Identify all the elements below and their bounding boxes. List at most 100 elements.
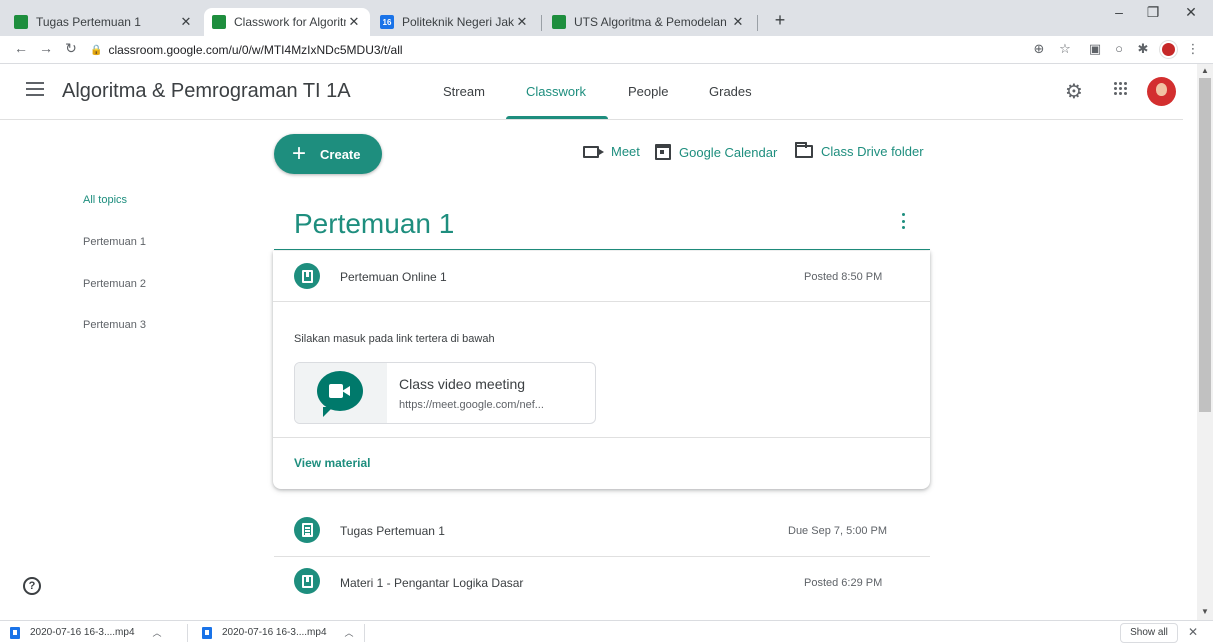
google-apps-icon[interactable] xyxy=(1114,82,1128,96)
meet-attachment[interactable]: Class video meeting https://meet.google.… xyxy=(294,362,596,424)
item-posted-time: Posted 6:29 PM xyxy=(804,577,883,589)
active-tab-indicator xyxy=(506,116,608,119)
more-options-icon[interactable] xyxy=(902,213,906,229)
browser-tab[interactable]: UTS Algoritma & Pemodelan ✕ xyxy=(544,8,754,36)
back-arrow-icon[interactable]: ← xyxy=(11,40,31,56)
item-posted-time: Posted 8:50 PM xyxy=(804,271,883,283)
list-item[interactable]: Tugas Pertemuan 1 Due Sep 7, 5:00 PM xyxy=(274,507,930,555)
scroll-down-icon[interactable]: ▼ xyxy=(1197,607,1213,616)
download-item[interactable]: 2020-07-16 16-3....mp4 ︿ xyxy=(10,626,162,639)
plus-icon: + xyxy=(292,140,307,167)
classroom-favicon-icon xyxy=(552,15,566,29)
view-material-link[interactable]: View material xyxy=(294,456,371,470)
topic-pertemuan-3[interactable]: Pertemuan 3 xyxy=(83,319,146,331)
extension-icon[interactable]: ▣ xyxy=(1086,41,1104,57)
class-title[interactable]: Algoritma & Pemrograman TI 1A xyxy=(62,80,351,103)
close-tab-icon[interactable]: ✕ xyxy=(346,14,362,30)
google-meet-icon xyxy=(317,371,363,411)
material-icon xyxy=(294,568,320,594)
topic-pertemuan-1[interactable]: Pertemuan 1 xyxy=(83,236,146,248)
gear-icon[interactable]: ⚙ xyxy=(1065,79,1083,104)
topic-pertemuan-2[interactable]: Pertemuan 2 xyxy=(83,278,146,290)
list-item[interactable]: Materi 1 - Pengantar Logika Dasar Posted… xyxy=(274,560,930,608)
scrollbar-thumb[interactable] xyxy=(1199,78,1211,412)
url-text: classroom.google.com/u/0/w/MTI4MzIxNDc5M… xyxy=(108,43,403,57)
item-title: Materi 1 - Pengantar Logika Dasar xyxy=(340,576,524,590)
material-icon xyxy=(294,263,320,289)
folder-icon xyxy=(795,142,813,158)
browser-tab-title: Tugas Pertemuan 1 xyxy=(36,15,141,29)
list-divider xyxy=(274,556,930,557)
attachment-url: https://meet.google.com/nef... xyxy=(399,399,544,411)
video-file-icon xyxy=(202,626,212,639)
calendar-favicon-icon: 16 xyxy=(380,15,394,29)
lock-icon: 🔒 xyxy=(90,44,103,56)
browser-tab-strip: Tugas Pertemuan 1 ✕ Classwork for Algori… xyxy=(0,0,1213,36)
classroom-app-bar: Algoritma & Pemrograman TI 1A Stream Cla… xyxy=(0,64,1183,120)
restore-icon[interactable]: ❐ xyxy=(1138,4,1168,21)
browser-tab-active[interactable]: Classwork for Algoritma & Pemro ✕ xyxy=(204,8,370,36)
browser-tab-title: UTS Algoritma & Pemodelan xyxy=(574,15,727,29)
class-drive-folder-link[interactable]: Class Drive folder xyxy=(795,142,924,159)
assignment-icon xyxy=(294,517,320,543)
card-divider xyxy=(273,301,930,302)
minimize-icon[interactable]: – xyxy=(1104,4,1134,20)
reload-icon[interactable]: ↻ xyxy=(61,40,81,57)
attachment-title: Class video meeting xyxy=(399,376,526,392)
chevron-up-icon[interactable]: ︿ xyxy=(345,626,354,639)
browser-toolbar: ← → ↻ 🔒 classroom.google.com/u/0/w/MTI4M… xyxy=(0,36,1213,64)
classroom-favicon-icon xyxy=(212,15,226,29)
video-camera-icon xyxy=(583,145,604,158)
download-item[interactable]: 2020-07-16 16-3....mp4 ︿ xyxy=(202,626,354,639)
user-avatar[interactable] xyxy=(1147,77,1176,106)
topic-all[interactable]: All topics xyxy=(83,194,127,206)
item-title: Tugas Pertemuan 1 xyxy=(340,524,445,538)
meet-label: Meet xyxy=(611,144,640,159)
browser-tab-title: Classwork for Algoritma & Pemro xyxy=(234,15,346,29)
calendar-icon xyxy=(655,144,671,160)
help-icon[interactable]: ? xyxy=(23,577,41,595)
forward-arrow-icon[interactable]: → xyxy=(36,40,56,56)
zoom-icon[interactable]: ⊕ xyxy=(1030,41,1048,57)
calendar-label: Google Calendar xyxy=(679,144,778,160)
item-description: Silakan masuk pada link tertera di bawah xyxy=(294,333,495,345)
topic-divider xyxy=(274,249,930,250)
window-close-icon[interactable]: ✕ xyxy=(1176,4,1206,21)
chevron-up-icon[interactable]: ︿ xyxy=(153,626,162,639)
close-tab-icon[interactable]: ✕ xyxy=(730,14,746,30)
item-title[interactable]: Pertemuan Online 1 xyxy=(340,270,447,284)
create-button[interactable]: + Create xyxy=(274,134,382,174)
card-divider xyxy=(273,437,930,438)
extension-circle-icon[interactable]: ○ xyxy=(1110,41,1128,56)
topic-heading: Pertemuan 1 xyxy=(294,208,455,239)
browser-tab[interactable]: Tugas Pertemuan 1 ✕ xyxy=(6,8,202,36)
tab-stream[interactable]: Stream xyxy=(443,84,485,99)
classroom-favicon-icon xyxy=(14,15,28,29)
item-due-date: Due Sep 7, 5:00 PM xyxy=(788,525,888,537)
video-file-icon xyxy=(10,626,20,639)
main-menu-icon[interactable] xyxy=(26,82,44,96)
tab-separator xyxy=(541,15,542,31)
close-shelf-icon[interactable]: ✕ xyxy=(1188,625,1198,639)
attachment-thumbnail xyxy=(295,363,387,423)
new-tab-button[interactable]: + xyxy=(768,10,792,31)
address-bar[interactable]: 🔒 classroom.google.com/u/0/w/MTI4MzIxNDc… xyxy=(90,38,1100,62)
expanded-material-card: Pertemuan Online 1 Posted 8:50 PM Silaka… xyxy=(273,251,930,489)
close-tab-icon[interactable]: ✕ xyxy=(514,14,530,30)
profile-avatar[interactable] xyxy=(1160,41,1177,58)
meet-link[interactable]: Meet xyxy=(583,144,640,159)
google-calendar-link[interactable]: Google Calendar xyxy=(655,144,777,160)
close-tab-icon[interactable]: ✕ xyxy=(178,14,194,30)
tab-separator xyxy=(757,15,758,31)
extensions-puzzle-icon[interactable]: ✱ xyxy=(1134,41,1152,57)
drive-label: Class Drive folder xyxy=(821,144,924,159)
tab-people[interactable]: People xyxy=(628,84,668,99)
show-all-button[interactable]: Show all xyxy=(1120,623,1178,643)
browser-tab[interactable]: 16 Politeknik Negeri Jakarta - Calen ✕ xyxy=(372,8,538,36)
bookmark-star-icon[interactable]: ☆ xyxy=(1056,41,1074,57)
chrome-menu-icon[interactable]: ⋮ xyxy=(1184,41,1202,57)
tab-classwork[interactable]: Classwork xyxy=(526,84,586,99)
download-shelf: 2020-07-16 16-3....mp4 ︿ 2020-07-16 16-3… xyxy=(0,620,1213,644)
scroll-up-icon[interactable]: ▲ xyxy=(1197,66,1213,75)
tab-grades[interactable]: Grades xyxy=(709,84,752,99)
